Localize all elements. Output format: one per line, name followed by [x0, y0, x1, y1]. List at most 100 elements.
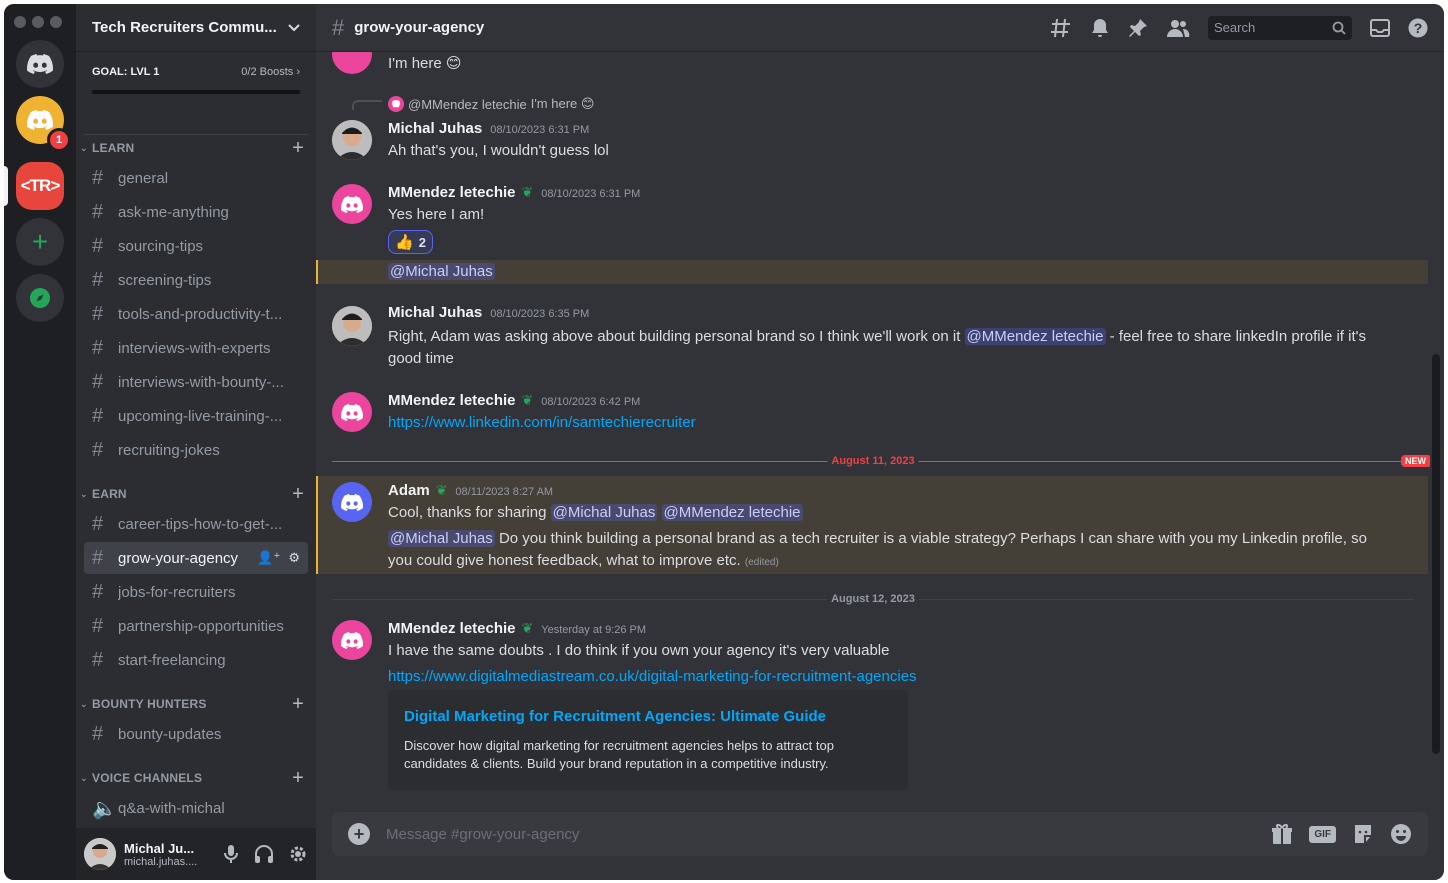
text-channel-icon: # [92, 370, 104, 393]
user-avatar[interactable] [84, 838, 116, 870]
user-avatar[interactable] [332, 392, 372, 432]
category-learn[interactable]: ⌄ LEARN + [76, 136, 316, 160]
window-controls [14, 16, 62, 28]
channel-tools-and-productivity-t[interactable]: # tools-and-productivity-t... [84, 298, 308, 330]
message-input[interactable] [386, 825, 1186, 843]
channel-upcoming-live-training[interactable]: # upcoming-live-training-... [84, 400, 308, 432]
reply-preview[interactable]: @MMendez letechie I'm here 😊 [388, 96, 594, 112]
thumbs-up-icon: 👍 [395, 234, 414, 251]
user-avatar[interactable] [332, 306, 372, 346]
discord-logo-icon [341, 403, 363, 421]
create-channel-icon[interactable]: + [292, 137, 304, 160]
message-author[interactable]: MMendez letechie [388, 620, 516, 637]
channel-name: partnership-opportunities [118, 617, 284, 635]
notification-bell-icon[interactable] [1090, 17, 1110, 39]
channel-grow-your-agency[interactable]: # grow-your-agency 👤⁺ ⚙ [84, 542, 308, 574]
message-author[interactable]: MMendez letechie [388, 392, 516, 409]
channel-start-freelancing[interactable]: # start-freelancing [84, 644, 308, 676]
voice-channel-qa-with-michal[interactable]: 🔈 q&a-with-michal [84, 792, 308, 824]
mention[interactable]: @Michal Juhas [388, 263, 495, 280]
message-author[interactable]: MMendez letechie [388, 184, 516, 201]
boost-goal[interactable]: GOAL: LVL 1 0/2 Boosts › [76, 52, 316, 120]
channel-settings-icon[interactable]: ⚙ [288, 550, 300, 566]
search-input[interactable]: Search [1208, 15, 1352, 40]
mention[interactable]: @MMendez letechie [661, 504, 803, 521]
guild-header[interactable]: Tech Recruiters Commu... [76, 4, 316, 52]
embed-title[interactable]: Digital Marketing for Recruitment Agenci… [404, 708, 892, 725]
channel-jobs-for-recruiters[interactable]: # jobs-for-recruiters [84, 576, 308, 608]
pin-icon[interactable] [1128, 18, 1148, 38]
channel-name: upcoming-live-training-... [118, 407, 283, 425]
message-link[interactable]: https://www.digitalmediastream.co.uk/dig… [388, 666, 1398, 688]
channel-general[interactable]: # general [84, 162, 308, 194]
message-author[interactable]: Adam [388, 482, 430, 499]
channel-partnership-opportunities[interactable]: # partnership-opportunities [84, 610, 308, 642]
gift-icon[interactable] [1271, 823, 1293, 845]
message-author[interactable]: Michal Juhas [388, 120, 482, 137]
message-content: Yes here I am! [388, 206, 485, 223]
headphones-icon[interactable] [254, 844, 274, 864]
mention[interactable]: @MMendez letechie [964, 328, 1106, 345]
create-channel-icon[interactable]: + [292, 693, 304, 716]
svg-text:?: ? [1414, 20, 1423, 36]
user-avatar[interactable] [332, 52, 372, 74]
settings-gear-icon[interactable] [288, 844, 308, 864]
mention[interactable]: @Michal Juhas [550, 504, 658, 521]
user-avatar[interactable] [332, 184, 372, 224]
category-earn[interactable]: ⌄ EARN + [76, 482, 316, 506]
help-icon[interactable]: ? [1408, 18, 1428, 38]
channel-interviews-with-experts[interactable]: # interviews-with-experts [84, 332, 308, 364]
channel-title: grow-your-agency [354, 19, 485, 36]
member-list-icon[interactable] [1166, 18, 1190, 38]
channel-name: q&a-with-michal [118, 799, 225, 817]
close-window-button[interactable] [14, 16, 26, 28]
server-tr[interactable]: <TR> [16, 162, 64, 210]
threads-icon[interactable] [1050, 17, 1072, 39]
reaction-thumbs-up[interactable]: 👍 2 [388, 230, 433, 254]
inbox-icon[interactable] [1370, 18, 1390, 37]
message-link[interactable]: https://www.linkedin.com/in/samtechierec… [388, 412, 1398, 434]
attach-plus-icon[interactable]: + [348, 823, 370, 845]
channel-header: # grow-your-agency Search ? [316, 4, 1444, 52]
channel-name: interviews-with-bounty-... [118, 373, 284, 391]
message-author[interactable]: Michal Juhas [388, 304, 482, 321]
create-channel-icon[interactable]: + [292, 767, 304, 790]
sprout-badge-icon: ❦ [521, 392, 534, 408]
message-content: @Michal Juhas Do you think building a pe… [388, 528, 1368, 574]
edited-label: (edited) [744, 557, 779, 568]
add-server-button[interactable]: + [16, 218, 64, 266]
date-divider: August 12, 2023 [332, 593, 1414, 605]
explore-servers-button[interactable] [16, 274, 64, 322]
discord-window: 1 <TR> + Tech Recruiters Commu... GOAL: … [4, 4, 1444, 880]
mention[interactable]: @Michal Juhas [388, 530, 495, 547]
category-bounty-hunters[interactable]: ⌄ BOUNTY HUNTERS + [76, 692, 316, 716]
channel-ask-me-anything[interactable]: # ask-me-anything [84, 196, 308, 228]
microphone-icon[interactable] [222, 844, 240, 864]
user-avatar[interactable] [332, 482, 372, 522]
channel-screening-tips[interactable]: # screening-tips [84, 264, 308, 296]
user-avatar[interactable] [332, 620, 372, 660]
channel-sidebar: Tech Recruiters Commu... GOAL: LVL 1 0/2… [76, 4, 316, 880]
channel-career-tips-how-to-get[interactable]: # career-tips-how-to-get-... [84, 508, 308, 540]
emoji-picker-icon[interactable] [1390, 823, 1412, 845]
selected-server-indicator [4, 166, 8, 206]
category-voice-channels[interactable]: ⌄ VOICE CHANNELS + [76, 766, 316, 790]
goal-progress-bar [92, 90, 300, 94]
gif-button[interactable]: GIF [1309, 825, 1336, 843]
invite-member-icon[interactable]: 👤⁺ [257, 550, 280, 566]
sticker-icon[interactable] [1352, 823, 1374, 845]
divider [84, 134, 308, 135]
direct-messages-button[interactable] [16, 40, 64, 88]
text-channel-icon: # [92, 546, 104, 569]
create-channel-icon[interactable]: + [292, 483, 304, 506]
channel-recruiting-jokes[interactable]: # recruiting-jokes [84, 434, 308, 466]
scrollbar[interactable] [1432, 354, 1440, 754]
channel-interviews-with-bounty[interactable]: # interviews-with-bounty-... [84, 366, 308, 398]
channel-bounty-updates[interactable]: # bounty-updates [84, 718, 308, 750]
chat-area: # grow-your-agency Search ? I'm here 😊 @… [316, 4, 1444, 880]
user-name: Michal Ju... [124, 840, 195, 856]
user-avatar[interactable] [332, 120, 372, 160]
channel-sourcing-tips[interactable]: # sourcing-tips [84, 230, 308, 262]
minimize-window-button[interactable] [32, 16, 44, 28]
zoom-window-button[interactable] [50, 16, 62, 28]
